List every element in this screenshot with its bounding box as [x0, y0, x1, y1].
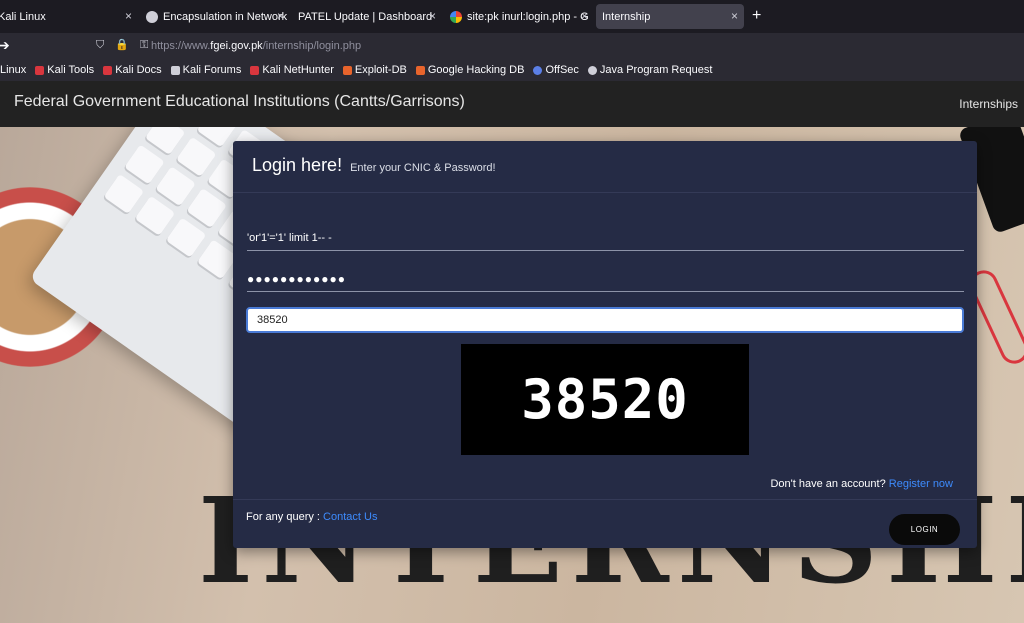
- site-brand[interactable]: Federal Government Educational Instituti…: [14, 93, 465, 111]
- site-info-icons[interactable]: ⛉ 🔒 ⚿: [96, 38, 152, 52]
- close-icon[interactable]: ×: [731, 9, 738, 23]
- bookmarks-toolbar: Linux Kali Tools Kali Docs Kali Forums K…: [0, 59, 1024, 81]
- bookmark-kali-docs[interactable]: Kali Docs: [103, 64, 162, 76]
- captcha-input[interactable]: [246, 307, 964, 333]
- nav-link-internships[interactable]: Internships: [959, 97, 1018, 111]
- captcha-image: 38520: [461, 344, 749, 455]
- new-tab-button[interactable]: +: [752, 7, 761, 25]
- bookmark-kali-tools[interactable]: Kali Tools: [35, 64, 94, 76]
- close-icon[interactable]: ×: [277, 9, 284, 23]
- bookmark-kali-forums[interactable]: Kali Forums: [170, 64, 242, 76]
- bookmark-label: Linux: [0, 64, 27, 76]
- bookmark-google-hacking-db[interactable]: Google Hacking DB: [415, 64, 525, 76]
- url-path: /internship/login.php: [262, 40, 362, 52]
- login-card-footer: For any query : Contact Us LOGIN: [233, 499, 977, 548]
- exploit-db-icon: [342, 65, 352, 75]
- bookmark-label: Java Program Request: [599, 64, 713, 76]
- register-link[interactable]: Register now: [889, 478, 953, 490]
- exploit-db-icon: [415, 65, 425, 75]
- site-header: Federal Government Educational Instituti…: [0, 81, 1024, 127]
- bookmark-linux[interactable]: Linux: [0, 64, 26, 76]
- register-row: Don't have an account? Register now: [770, 478, 953, 490]
- bookmark-label: Google Hacking DB: [427, 64, 525, 76]
- offsec-icon: [533, 65, 543, 75]
- bookmark-offsec[interactable]: OffSec: [533, 64, 579, 76]
- login-card-header: Login here! Enter your CNIC & Password!: [233, 141, 977, 193]
- url-bar[interactable]: https://www.fgei.gov.pk/internship/login…: [151, 40, 361, 52]
- kali-dragon-icon: [35, 65, 45, 75]
- register-text: Don't have an account?: [770, 478, 886, 490]
- kali-dragon-icon: [103, 65, 113, 75]
- cnic-input[interactable]: [247, 225, 964, 251]
- tab-title: Internship: [602, 10, 651, 23]
- kali-dragon-icon: [170, 65, 180, 75]
- captcha-image-text: 38520: [521, 368, 689, 431]
- tab-title: Kali Linux: [0, 10, 46, 23]
- password-input[interactable]: [247, 266, 964, 292]
- tab-patel-dashboard[interactable]: PATEL Update | Dashboard ×: [298, 4, 442, 29]
- close-icon[interactable]: ×: [125, 9, 132, 23]
- tab-internship[interactable]: Internship ×: [596, 4, 744, 29]
- login-button[interactable]: LOGIN: [889, 514, 960, 545]
- url-prefix: https://www.: [151, 40, 211, 52]
- tab-title: Encapsulation in Network: [163, 10, 288, 23]
- bookmark-label: OffSec: [545, 64, 579, 76]
- close-icon[interactable]: ×: [429, 9, 436, 23]
- login-title: Login here! Enter your CNIC & Password!: [252, 155, 496, 176]
- bookmark-label: Kali Docs: [115, 64, 162, 76]
- tab-strip: Kali Linux × Encapsulation in Network × …: [0, 0, 1024, 33]
- bookmark-label: Kali NetHunter: [262, 64, 334, 76]
- login-title-text: Login here!: [252, 155, 343, 175]
- bookmark-label: Kali Forums: [182, 64, 242, 76]
- bookmark-label: Exploit-DB: [354, 64, 407, 76]
- navigation-bar: ➔ ⛉ 🔒 ⚿ https://www.fgei.gov.pk/internsh…: [0, 33, 1024, 59]
- url-domain: fgei.gov.pk: [210, 40, 263, 52]
- contact-link[interactable]: Contact Us: [323, 511, 377, 523]
- close-icon[interactable]: ×: [581, 9, 588, 23]
- globe-icon: [587, 65, 597, 75]
- globe-icon: [146, 10, 158, 23]
- tab-title: site:pk inurl:login.php - G: [467, 10, 589, 23]
- tab-kali-linux[interactable]: Kali Linux ×: [0, 4, 138, 29]
- forward-icon[interactable]: ➔: [0, 37, 10, 54]
- tab-google-search[interactable]: site:pk inurl:login.php - G ×: [450, 4, 594, 29]
- bookmark-java-program-request[interactable]: Java Program Request: [587, 64, 713, 76]
- query-text: For any query :: [246, 511, 320, 523]
- bookmark-exploit-db[interactable]: Exploit-DB: [342, 64, 407, 76]
- kali-dragon-icon: [250, 65, 260, 75]
- google-icon: [450, 10, 462, 23]
- tab-title: PATEL Update | Dashboard: [298, 10, 433, 23]
- query-row: For any query : Contact Us: [246, 511, 377, 523]
- tab-encapsulation[interactable]: Encapsulation in Network ×: [146, 4, 290, 29]
- login-card: Login here! Enter your CNIC & Password! …: [233, 141, 977, 548]
- login-subtitle: Enter your CNIC & Password!: [350, 162, 496, 174]
- bookmark-label: Kali Tools: [47, 64, 95, 76]
- bookmark-kali-nethunter[interactable]: Kali NetHunter: [250, 64, 334, 76]
